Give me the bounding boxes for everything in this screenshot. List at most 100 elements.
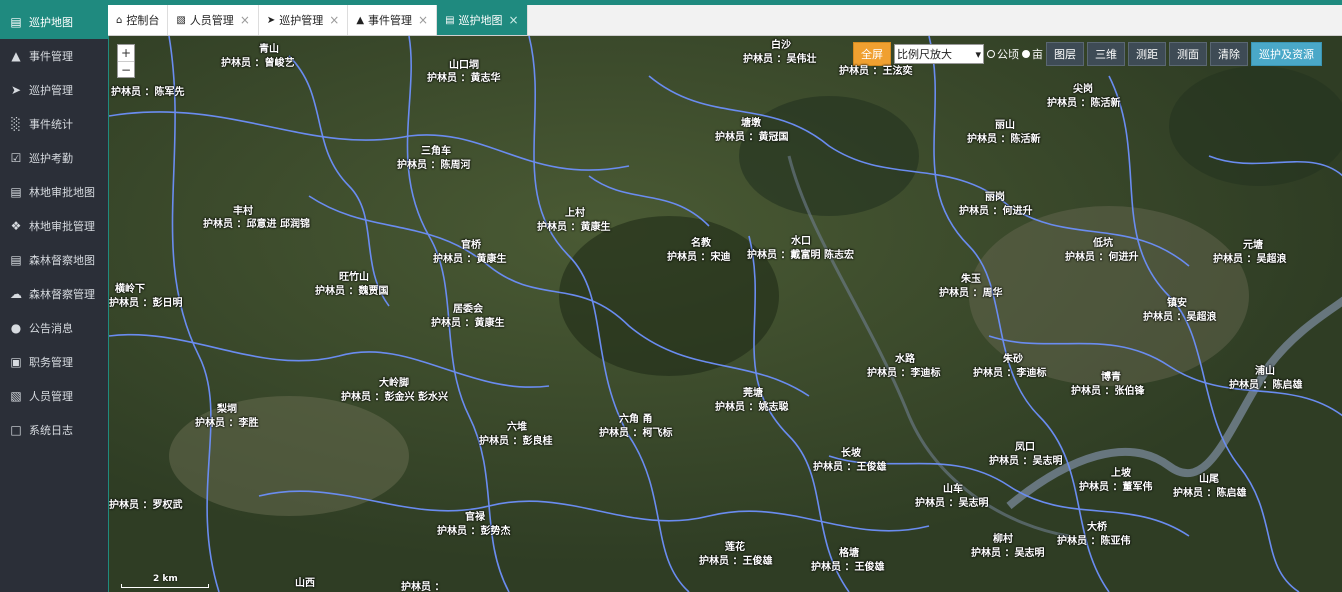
map-place-label: 梨垌 bbox=[217, 404, 237, 415]
sidebar-item-forest-inspection-management[interactable]: ☁ 森林督察管理 bbox=[0, 277, 108, 311]
map-ranger-label: 护林员 ：陈活新 bbox=[967, 134, 1041, 145]
map-ranger-label: 护林员 ：王泫奕 bbox=[839, 66, 913, 77]
warning-icon: ▲ bbox=[356, 14, 365, 26]
fullscreen-button[interactable]: 全屏 bbox=[853, 42, 891, 66]
map-place-label: 博青 bbox=[1101, 372, 1121, 383]
sidebar-item-patrol-management[interactable]: ➤ 巡护管理 bbox=[0, 73, 108, 107]
map-ranger-label: 护林员 ：宋迪 bbox=[667, 252, 731, 263]
scale-bar-line bbox=[121, 584, 209, 588]
map-place-label: 白沙 bbox=[771, 40, 791, 51]
map-ranger-label: 护林员 ：黄冠国 bbox=[715, 132, 789, 143]
map-ranger-label: 护林员 ：吴伟壮 bbox=[743, 54, 817, 65]
scale-bar: 2 km bbox=[121, 574, 209, 588]
map-place-label: 朱玉 bbox=[961, 274, 981, 285]
map-view[interactable]: + − 全屏 比例尺放大 ▾ 公顷 亩 图层 三维 测距 测面 清除 巡护及资源 … bbox=[108, 36, 1342, 592]
sidebar: ▤ 巡护地图 ▲ 事件管理 ➤ 巡护管理 ░ 事件统计 ☑ 巡护考勤 ▤ 林地审批地图 ❖ 林… bbox=[0, 5, 108, 592]
bar-chart-icon: ░ bbox=[11, 117, 21, 131]
three-d-button[interactable]: 三维 bbox=[1087, 42, 1125, 66]
calendar-check-icon: ☑ bbox=[10, 151, 22, 165]
map-place-label: 朱砂 bbox=[1003, 354, 1023, 365]
clear-button[interactable]: 清除 bbox=[1210, 42, 1248, 66]
map-ranger-label: 护林员 ：李胜 bbox=[195, 418, 259, 429]
map-place-label: 柳村 bbox=[993, 534, 1013, 545]
measure-distance-button[interactable]: 测距 bbox=[1128, 42, 1166, 66]
close-icon[interactable]: × bbox=[240, 13, 250, 27]
sidebar-item-label: 职务管理 bbox=[29, 356, 73, 369]
sidebar-item-event-statistics[interactable]: ░ 事件统计 bbox=[0, 107, 108, 141]
map-ranger-label: 护林员 ：吴超浪 bbox=[1213, 254, 1287, 265]
map-place-label: 山车 bbox=[943, 484, 963, 495]
map-place-label: 横岭下 bbox=[115, 284, 145, 295]
map-ranger-label: 护林员 ：何进升 bbox=[1065, 252, 1139, 263]
unit-radio-mu[interactable]: 亩 bbox=[1022, 46, 1043, 62]
tab-personnel-management[interactable]: ▧ 人员管理 × bbox=[168, 5, 259, 35]
patrol-resources-button[interactable]: 巡护及资源 bbox=[1251, 42, 1322, 66]
close-icon[interactable]: × bbox=[329, 13, 339, 27]
map-ranger-label: 护林员 ：柯飞标 bbox=[599, 428, 673, 439]
map-place-label: 丽山 bbox=[995, 120, 1015, 131]
map-ranger-label: 护林员 ：董军伟 bbox=[1079, 482, 1153, 493]
sidebar-item-forest-inspection-map[interactable]: ▤ 森林督察地图 bbox=[0, 243, 108, 277]
map-place-label: 尖岗 bbox=[1073, 84, 1093, 95]
map-place-label: 莲花 bbox=[725, 542, 745, 553]
map-ranger-label: 护林员 ：李迪标 bbox=[973, 368, 1047, 379]
map-ranger-label: 护林员 ：吴超浪 bbox=[1143, 312, 1217, 323]
map-place-label: 六堆 bbox=[507, 422, 527, 433]
sidebar-item-announcements[interactable]: ● 公告消息 bbox=[0, 311, 108, 345]
zoom-out-button[interactable]: − bbox=[118, 61, 134, 77]
map-place-label: 大桥 bbox=[1087, 522, 1107, 533]
close-icon[interactable]: × bbox=[418, 13, 428, 27]
map-place-label: 山尾 bbox=[1199, 474, 1219, 485]
zoom-in-button[interactable]: + bbox=[118, 45, 134, 61]
paper-plane-icon: ➤ bbox=[10, 83, 22, 97]
map-place-label: 大岭脚 bbox=[379, 378, 409, 389]
sidebar-item-label: 巡护管理 bbox=[29, 84, 73, 97]
sidebar-item-system-log[interactable]: □ 系统日志 bbox=[0, 413, 108, 447]
unit-radio-gongqing[interactable]: 公顷 bbox=[987, 46, 1019, 62]
tab-label: 巡护管理 bbox=[279, 14, 324, 27]
map-place-label: 三角车 bbox=[421, 146, 451, 157]
close-icon[interactable]: × bbox=[509, 13, 519, 27]
map-ranger-label: 护林员 ：邱意进 邱润锦 bbox=[203, 219, 310, 230]
map-place-label: 浦山 bbox=[1255, 366, 1275, 377]
id-card-icon: ▧ bbox=[10, 389, 22, 403]
map-ranger-label: 护林员 ：何进升 bbox=[959, 206, 1033, 217]
tab-console[interactable]: ⌂ 控制台 bbox=[108, 5, 169, 35]
comment-icon: ● bbox=[10, 321, 22, 335]
map-ranger-label: 护林员 ：彭良桂 bbox=[479, 436, 553, 447]
radio-icon bbox=[987, 50, 995, 58]
tab-event-management[interactable]: ▲ 事件管理 × bbox=[348, 5, 438, 35]
layers-button[interactable]: 图层 bbox=[1046, 42, 1084, 66]
sidebar-item-label: 林地审批地图 bbox=[29, 186, 95, 199]
map-place-label: 丰村 bbox=[233, 206, 253, 217]
sidebar-item-label: 林地审批管理 bbox=[29, 220, 95, 233]
chevron-down-icon: ▾ bbox=[975, 47, 981, 61]
measure-area-button[interactable]: 测面 bbox=[1169, 42, 1207, 66]
sidebar-item-forest-approval-management[interactable]: ❖ 林地审批管理 bbox=[0, 209, 108, 243]
map-icon: ▤ bbox=[10, 253, 22, 267]
sidebar-item-event-management[interactable]: ▲ 事件管理 bbox=[0, 39, 108, 73]
map-place-label: 丽岗 bbox=[985, 192, 1005, 203]
map-ranger-label: 护林员 ：张伯锋 bbox=[1071, 386, 1145, 397]
map-place-label: 低坑 bbox=[1093, 238, 1113, 249]
map-place-label: 凤口 bbox=[1015, 442, 1035, 453]
scale-select[interactable]: 比例尺放大 ▾ bbox=[894, 44, 984, 64]
sidebar-item-forest-approval-map[interactable]: ▤ 林地审批地图 bbox=[0, 175, 108, 209]
sidebar-item-position-management[interactable]: ▣ 职务管理 bbox=[0, 345, 108, 379]
sidebar-item-patrol-attendance[interactable]: ☑ 巡护考勤 bbox=[0, 141, 108, 175]
tab-patrol-management[interactable]: ➤ 巡护管理 × bbox=[258, 5, 349, 35]
radio-icon bbox=[1022, 50, 1030, 58]
map-place-label: 长坡 bbox=[841, 448, 861, 459]
warning-icon: ▲ bbox=[11, 49, 21, 63]
sidebar-item-patrol-map[interactable]: ▤ 巡护地图 bbox=[0, 5, 108, 39]
radio-label: 亩 bbox=[1032, 48, 1043, 61]
map-place-label: 水路 bbox=[895, 354, 915, 365]
sidebar-item-personnel-management[interactable]: ▧ 人员管理 bbox=[0, 379, 108, 413]
radio-label: 公顷 bbox=[997, 48, 1019, 61]
map-ranger-label: 护林员 ：罗权武 bbox=[109, 500, 183, 511]
map-ranger-label: 护林员 ：吴志明 bbox=[915, 498, 989, 509]
map-place-label: 山西 bbox=[295, 578, 315, 589]
map-ranger-label: 护林员 ：陈周河 bbox=[397, 160, 471, 171]
map-ranger-label: 护林员 ：陈军先 bbox=[111, 87, 185, 98]
tab-patrol-map[interactable]: ▤ 巡护地图 × bbox=[437, 5, 528, 35]
